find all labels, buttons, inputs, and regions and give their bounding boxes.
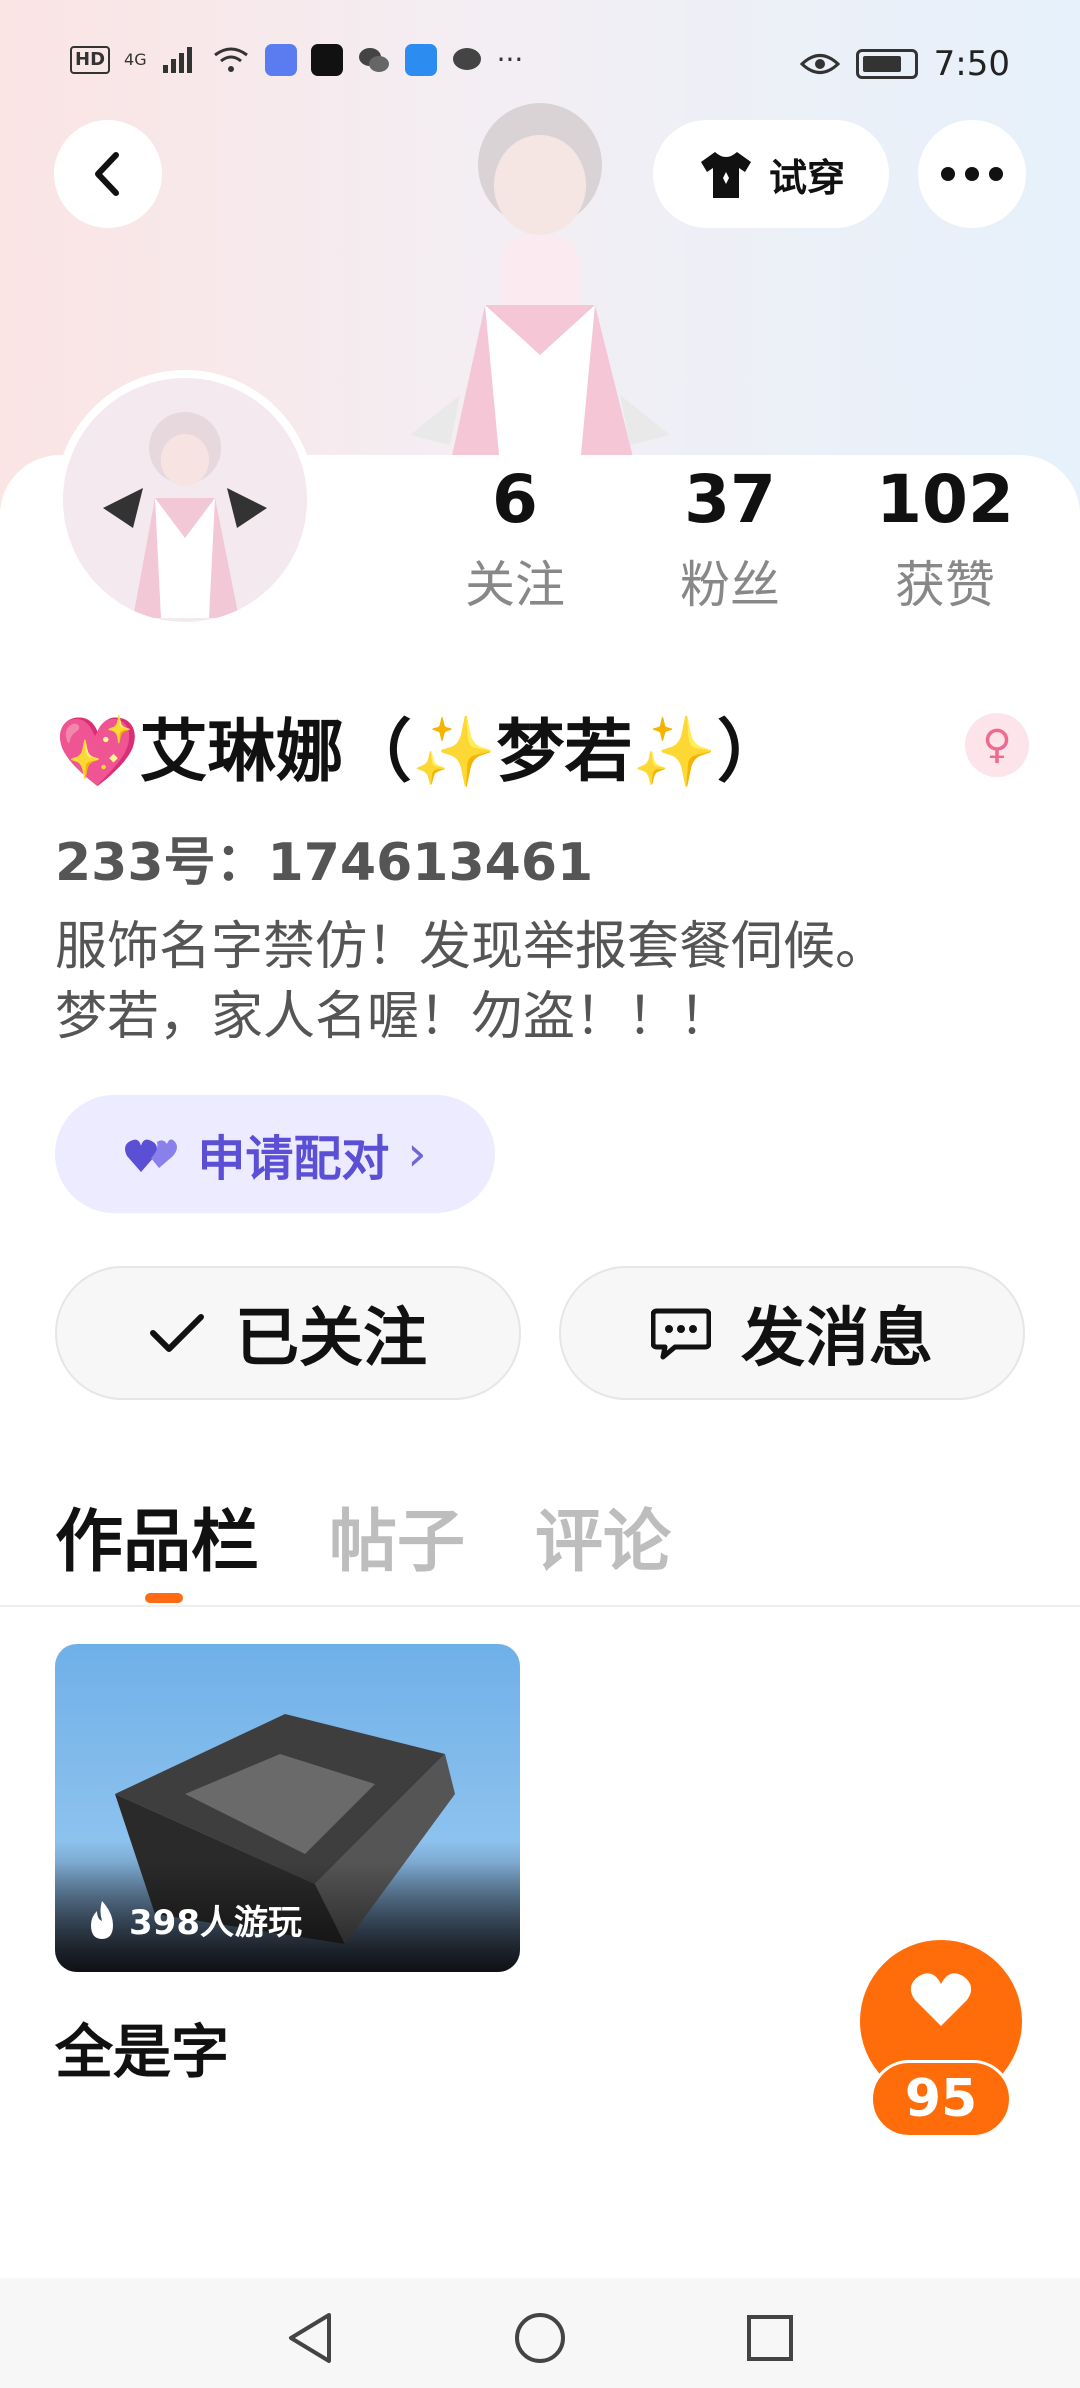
request-pair-button[interactable]: 申请配对 › [55,1095,495,1213]
active-tab-indicator [145,1593,183,1603]
action-row: 已关注 发消息 [55,1266,1025,1400]
avatar-3d-figure [390,95,690,465]
more-dots-icon [941,167,1003,181]
stat-value: 102 [876,461,1014,538]
circle-home-icon [515,2313,565,2363]
send-message-label: 发消息 [741,1302,933,1376]
eye-icon [799,54,840,74]
cloud-app-icon [404,44,437,76]
try-on-label: 试穿 [768,155,845,200]
bio-line: 梦若，家人名喔！勿盗！！！ [55,987,732,1047]
stat-likes: 102 获赞 [850,455,1040,635]
tab-comments[interactable]: 评论 [535,1486,671,1585]
content-tabs: 作品栏 帖子 评论 [55,1480,671,1590]
following-button[interactable]: 已关注 [55,1266,521,1400]
stat-following[interactable]: 6 关注 [420,455,610,635]
stat-value: 37 [684,461,776,538]
display-name: 💖艾琳娜（✨梦若✨） [55,712,786,792]
chevron-right-icon: › [407,1126,427,1182]
network-indicator: 4G [124,50,147,69]
tab-posts[interactable]: 帖子 [329,1486,465,1585]
avatar[interactable] [55,370,315,630]
nav-home-button[interactable] [510,2308,570,2368]
chevron-left-icon [95,152,119,196]
stat-value: 6 [492,461,538,538]
system-nav-bar [0,2278,1080,2388]
work-title[interactable]: 全是字 [55,2005,229,2089]
message-bubble-icon [452,48,481,70]
music-app-icon [264,44,297,76]
female-gender-icon: ♀ [965,713,1029,777]
chat-bubble-icon [651,1308,711,1360]
wifi-icon [213,47,248,72]
tshirt-icon [700,152,751,198]
user-id: 233号：174613461 [55,833,594,893]
stat-label: 粉丝 [680,556,780,614]
tiktok-app-icon [310,44,343,76]
signal-icon [162,47,192,73]
stat-label: 关注 [465,556,565,614]
more-notifications: ··· [496,43,524,76]
bio: 服饰名字禁仿！发现举报套餐伺候。 梦若，家人名喔！勿盗！！！ [55,912,1045,1052]
bio-line: 服饰名字禁仿！发现举报套餐伺候。 [55,917,888,977]
request-pair-label: 申请配对 [197,1131,390,1187]
try-on-button[interactable]: 试穿 [653,120,889,228]
nav-recents-button[interactable] [740,2308,800,2368]
battery-icon [855,49,918,79]
triangle-back-icon [289,2313,331,2363]
nav-back-button[interactable] [280,2308,340,2368]
like-count-badge: 95 [870,2060,1012,2138]
back-button[interactable] [54,120,162,228]
stats-row: 6 关注 37 粉丝 102 获赞 [420,455,1040,635]
name-row: 💖艾琳娜（✨梦若✨） ♀ [55,690,1035,800]
send-message-button[interactable]: 发消息 [559,1266,1025,1400]
status-left: HD 4G ··· [70,44,523,76]
status-right: 7:50 [799,44,1010,84]
checkmark-icon [150,1314,204,1352]
stat-followers[interactable]: 37 粉丝 [635,455,825,635]
work-card[interactable]: 398人游玩 [55,1644,520,1972]
square-recents-icon [747,2315,793,2361]
play-count-text: 398人游玩 [129,1903,302,1943]
following-label: 已关注 [235,1302,427,1376]
heart-icon [910,1973,972,2026]
flame-icon [91,1900,113,1939]
double-heart-icon [125,1139,178,1172]
clock: 7:50 [933,44,1010,84]
wechat-icon [358,48,389,72]
tab-works[interactable]: 作品栏 [55,1486,259,1585]
hd-indicator: HD [70,46,111,74]
play-count: 398人游玩 [85,1895,302,1944]
more-options-button[interactable] [918,120,1026,228]
tabs-divider [0,1605,1080,1607]
stat-label: 获赞 [895,556,995,614]
